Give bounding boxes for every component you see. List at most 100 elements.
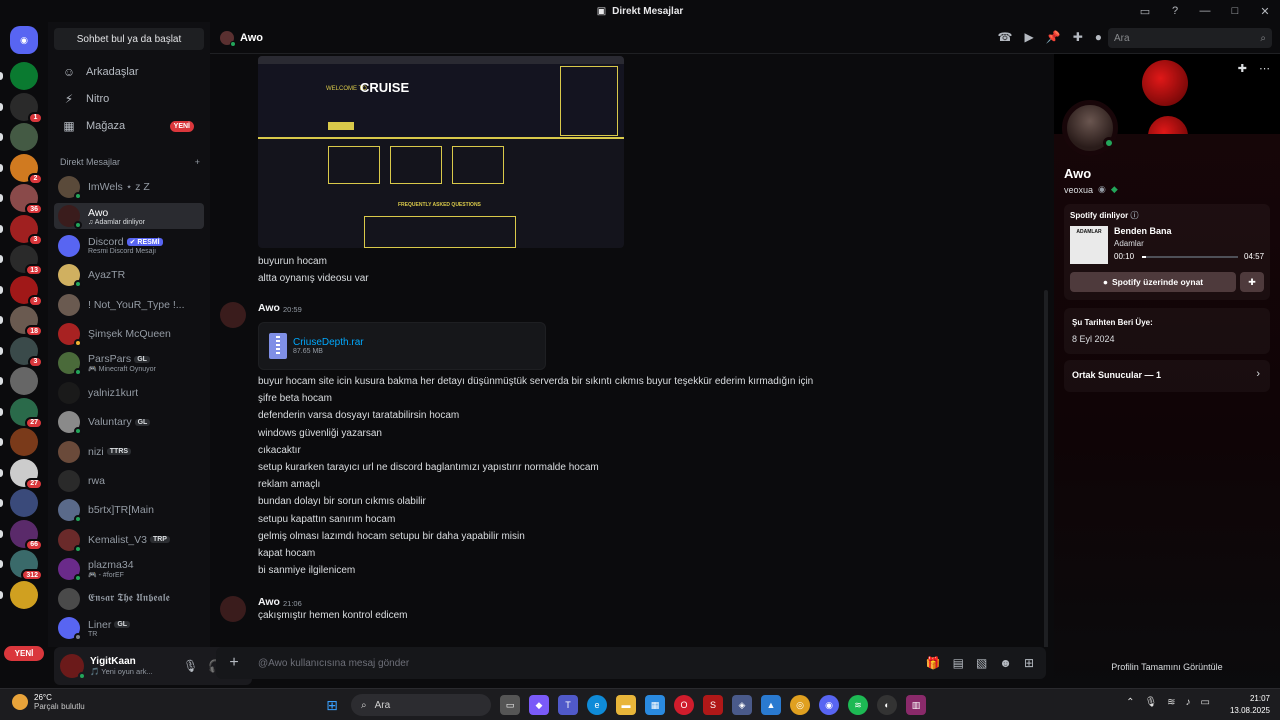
wifi-icon[interactable]: ≋: [1167, 697, 1175, 708]
dm-item[interactable]: 𝕰𝖓𝖘𝖆𝖗 𝕿𝖍𝖊 𝖀𝖓𝖇𝖊𝖆𝖑𝖊: [54, 586, 204, 612]
video-call-icon[interactable]: ▶: [1025, 30, 1034, 44]
server-icon[interactable]: [10, 123, 38, 151]
song-title[interactable]: Benden Bana: [1114, 226, 1172, 236]
minimize-button[interactable]: —: [1190, 0, 1220, 22]
dm-item[interactable]: Şimşek McQueen: [54, 321, 204, 347]
inbox-icon[interactable]: ▭: [1130, 0, 1160, 22]
server-icon[interactable]: 312: [10, 550, 43, 581]
message-input[interactable]: @Awo kullanıcısına mesaj gönder: [258, 658, 409, 669]
user-profile-icon[interactable]: ●: [1095, 30, 1102, 44]
edge-icon[interactable]: e: [587, 695, 607, 715]
file-name-link[interactable]: CriuseDepth.rar: [293, 337, 364, 348]
album-art[interactable]: ADAMLAR: [1070, 226, 1108, 264]
teams-icon[interactable]: T: [558, 695, 578, 715]
gif-icon[interactable]: ▤: [953, 656, 964, 670]
server-icon[interactable]: 66: [10, 519, 43, 551]
game-icon[interactable]: S: [703, 695, 723, 715]
dm-item[interactable]: Awo ♫ Adamlar dinliyor: [54, 203, 204, 230]
opera-icon[interactable]: O: [674, 695, 694, 715]
weather-widget[interactable]: 26°C Parçalı bulutlu: [12, 693, 85, 711]
dm-item[interactable]: Discord ✔ RESMİ Resmi Discord Mesajı: [54, 233, 204, 259]
server-icon[interactable]: 27: [10, 458, 43, 490]
server-icon[interactable]: 2: [10, 153, 43, 185]
volume-icon[interactable]: ♪: [1186, 697, 1191, 708]
spotify-taskbar-icon[interactable]: ≋: [848, 695, 868, 715]
sticker-icon[interactable]: ▧: [976, 656, 987, 670]
discord-taskbar-icon[interactable]: ◉: [819, 695, 839, 715]
dm-item[interactable]: AyazTR: [54, 262, 204, 289]
task-view-icon[interactable]: ▭: [500, 695, 520, 715]
avatar[interactable]: [220, 302, 246, 328]
server-icon[interactable]: 3: [10, 214, 43, 246]
server-icon[interactable]: 3: [10, 336, 43, 368]
recipient-avatar[interactable]: [220, 30, 236, 47]
copilot-icon[interactable]: ◆: [529, 695, 549, 715]
user-name[interactable]: YigitKaan: [90, 656, 153, 667]
message-author[interactable]: Awo: [258, 596, 280, 608]
dm-item[interactable]: b5rtx]TR[Main: [54, 497, 204, 524]
scrollbar[interactable]: [1044, 290, 1048, 647]
add-friend-icon[interactable]: ✚: [1238, 62, 1247, 75]
gift-icon[interactable]: 🎁: [926, 656, 941, 670]
find-conversation-button[interactable]: Sohbet bul ya da başlat: [54, 28, 204, 50]
avatar[interactable]: [60, 654, 86, 680]
dm-item[interactable]: ImWels ⋆ z Z: [54, 174, 204, 200]
profile-avatar[interactable]: [1062, 100, 1118, 156]
close-button[interactable]: ✕: [1250, 0, 1280, 22]
dm-item[interactable]: ! Not_YouR_Type !...: [54, 292, 204, 318]
chrome-icon[interactable]: ◎: [790, 695, 810, 715]
dm-item[interactable]: Kemalist_V3 TRP: [54, 527, 204, 553]
dm-item[interactable]: ParsPars GL 🎮 Minecraft Oynuyor: [54, 350, 204, 377]
server-icon[interactable]: 1: [10, 92, 43, 124]
mutual-servers-row[interactable]: Ortak Sunucular — 1 ›: [1064, 360, 1270, 392]
shield-icon[interactable]: ◈: [732, 695, 752, 715]
server-icon[interactable]: 36: [10, 184, 43, 215]
emoji-icon[interactable]: ☻: [999, 656, 1012, 670]
nav-friends[interactable]: ☺ Arkadaşlar: [54, 60, 204, 84]
avatar[interactable]: [220, 596, 246, 622]
view-full-profile-link[interactable]: Profilin Tamamını Görüntüle: [1054, 662, 1280, 672]
nav-nitro[interactable]: ⚡ Nitro: [54, 87, 204, 111]
store-icon[interactable]: ▦: [645, 695, 665, 715]
dm-item[interactable]: Liner GL TR: [54, 615, 204, 641]
song-artist[interactable]: Adamlar: [1114, 239, 1144, 248]
dm-item[interactable]: nizi TTRS: [54, 439, 204, 465]
taskbar-search[interactable]: ⌕ Ara: [351, 694, 491, 716]
discord-home-icon[interactable]: ◉: [10, 26, 38, 54]
server-icon[interactable]: [10, 428, 38, 456]
dm-item[interactable]: rwa: [54, 468, 204, 494]
play-on-spotify-button[interactable]: ● Spotify üzerinde oynat: [1070, 272, 1236, 292]
more-options-icon[interactable]: ⋯: [1259, 62, 1270, 75]
new-servers-badge[interactable]: YENİ: [4, 646, 44, 661]
add-friends-to-dm-icon[interactable]: ✚: [1073, 30, 1083, 44]
add-dm-button[interactable]: +: [195, 157, 200, 167]
listen-along-button[interactable]: ✚: [1240, 272, 1264, 292]
photos-icon[interactable]: ▲: [761, 695, 781, 715]
pinned-messages-icon[interactable]: 📌: [1046, 30, 1061, 44]
dm-item[interactable]: Valuntary GL: [54, 409, 204, 436]
dm-item[interactable]: yalniz1kurt: [54, 380, 204, 406]
server-icon[interactable]: 13: [10, 245, 43, 276]
file-explorer-icon[interactable]: ▬: [616, 695, 636, 715]
website-screenshot-image[interactable]: WELCOME TO CRUISE FREQUENTLY ASKED QUEST…: [258, 56, 624, 248]
server-icon[interactable]: [10, 580, 38, 609]
server-icon[interactable]: [10, 489, 38, 517]
server-icon[interactable]: [10, 62, 38, 90]
maximize-button[interactable]: □: [1220, 0, 1250, 22]
attach-plus-icon[interactable]: +: [216, 654, 252, 672]
recipient-name[interactable]: Awo: [240, 32, 263, 44]
apps-icon[interactable]: ⊞: [1024, 656, 1034, 670]
battery-icon[interactable]: ▭: [1201, 697, 1210, 708]
file-attachment[interactable]: CriuseDepth.rar 87.65 MB: [258, 322, 546, 370]
server-icon[interactable]: [10, 367, 38, 395]
clock[interactable]: 21:07 13.08.2025: [1230, 693, 1270, 717]
chevron-up-icon[interactable]: ⌃: [1126, 697, 1134, 708]
steam-icon[interactable]: ◐: [877, 695, 897, 715]
server-icon[interactable]: 3: [10, 275, 43, 307]
nav-shop[interactable]: ▦ Mağaza YENİ: [54, 114, 204, 138]
voice-call-icon[interactable]: ☎: [998, 30, 1013, 44]
microphone-tray-icon[interactable]: 🎙: [1144, 697, 1157, 708]
help-icon[interactable]: ?: [1160, 0, 1190, 22]
start-windows-icon[interactable]: ⊞: [322, 695, 342, 715]
server-icon[interactable]: 27: [10, 397, 43, 429]
